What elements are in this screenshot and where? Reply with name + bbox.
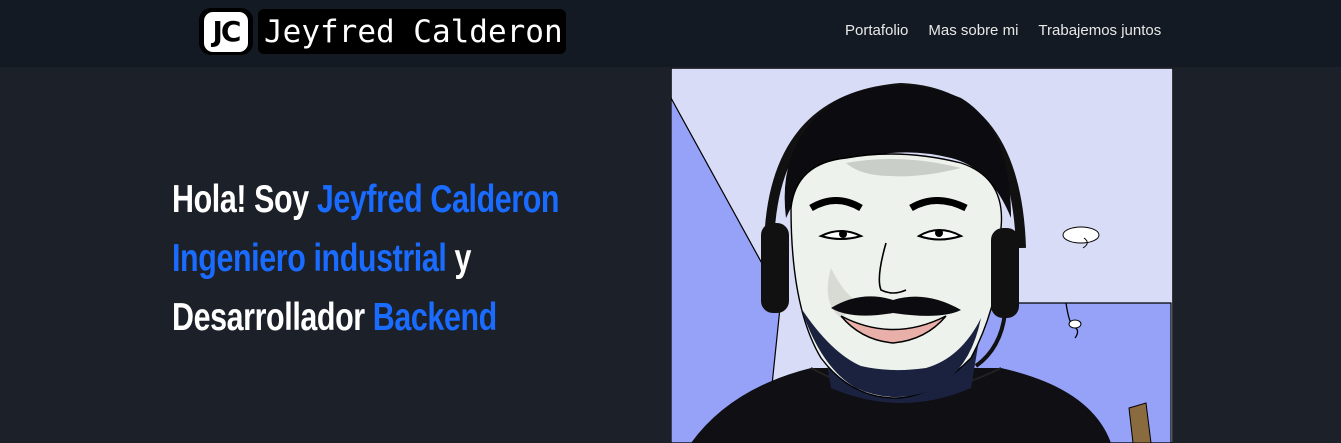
brand-logo-initials: JC (204, 11, 248, 52)
hero-greeting: Hola! Soy (172, 178, 317, 221)
hero-line-2: Ingeniero industrial y (172, 229, 546, 288)
portrait-illustration (671, 68, 1173, 443)
nav-link-trabajemos-juntos[interactable]: Trabajemos juntos (1038, 22, 1161, 39)
hero-heading: Hola! Soy Jeyfred Calderon Ingeniero ind… (172, 170, 560, 347)
brand-logo: JC (199, 8, 253, 55)
brand-name: Jeyfred Calderon (258, 9, 566, 54)
hero-role-backend: Backend (372, 296, 497, 339)
hero-role-engineer: Ingeniero industrial (172, 237, 447, 280)
hero-developer-label: Desarrollador (172, 296, 373, 339)
hero-connector: y (446, 237, 472, 280)
nav-link-mas-sobre-mi[interactable]: Mas sobre mi (928, 22, 1018, 39)
nav-link-portafolio[interactable]: Portafolio (845, 22, 908, 39)
brand-home-link[interactable]: JC Jeyfred Calderon (199, 8, 566, 55)
hero-name: Jeyfred Calderon (316, 178, 560, 221)
navbar: JC Jeyfred Calderon Portafolio Mas sobre… (0, 0, 1341, 67)
hero-line-1: Hola! Soy Jeyfred Calderon (172, 170, 560, 229)
nav-menu: Portafolio Mas sobre mi Trabajemos junto… (845, 22, 1161, 39)
hero-line-3: Desarrollador Backend (172, 288, 546, 347)
